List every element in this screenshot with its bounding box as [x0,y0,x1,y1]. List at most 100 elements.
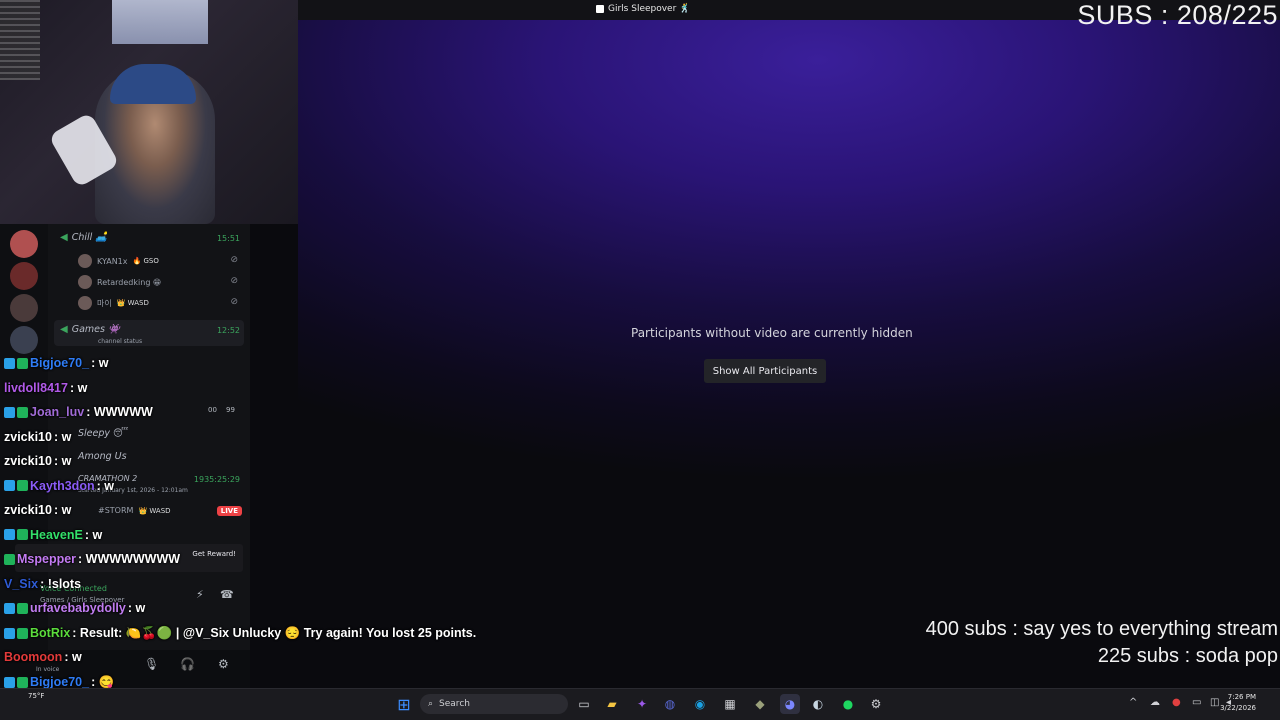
sub-badge-icon [4,357,15,369]
chat-message: zvicki10 : w [4,454,71,468]
stream-chat: Bigjoe70_ : w livdoll8417 : w Joan_luv : W… [0,352,500,720]
avatar [78,275,92,289]
vip-badge-icon [17,602,28,614]
chat-text: : WWWWW [86,405,153,419]
vip-badge-icon [17,529,28,540]
tray-chevron-icon[interactable]: ^ [1129,697,1137,708]
chat-username[interactable]: urfavebabydolly [30,601,126,615]
chat-message: BotRix : Result: 🍋🍒🟢 | @V_Six Unlucky 😔 … [4,626,476,641]
display-icon[interactable]: ▭ [1192,697,1201,708]
vip-badge-icon [17,406,28,418]
onedrive-icon[interactable]: ☁ [1150,697,1160,708]
avatar [78,296,92,310]
chat-username[interactable]: zvicki10 [4,430,52,444]
network-icon[interactable]: ◫ [1210,697,1219,708]
copilot-icon[interactable]: ✦ [632,694,652,714]
server-icon[interactable] [10,262,38,290]
deafened-icon: ⊘ [230,276,238,286]
chat-username[interactable]: Bigjoe70_ [30,356,89,370]
chat-username[interactable]: V_Six [4,577,38,591]
chat-text: : w [69,380,88,395]
vip-badge-icon [17,357,28,369]
show-all-participants-button[interactable]: Show All Participants [704,359,826,383]
chat-message: Kayth3don : w [4,479,114,493]
vip-badge-icon [4,553,15,565]
sub-badge-icon [4,627,15,639]
chat-username[interactable]: Kayth3don [30,479,95,493]
teams-icon[interactable]: ◍ [660,694,680,714]
hidden-participants-message: Participants without video are currently… [631,326,913,340]
app-icon[interactable]: ◆ [750,694,770,714]
server-icon[interactable] [10,230,38,258]
window-title: Girls Sleepover 🕺 [596,4,690,14]
spotify-icon[interactable]: ● [838,694,858,714]
taskbar-clock[interactable]: 7:26 PM 3/22/2026 [1220,692,1256,714]
discord-taskbar-icon[interactable]: ◕ [780,694,800,714]
speaker-icon: ◀ [60,324,68,335]
search-icon: ⌕ [428,699,434,709]
sub-badge-icon [4,529,15,540]
settings-icon[interactable]: ⚙ [866,694,886,714]
server-icon[interactable] [10,326,38,354]
sub-badge-icon [4,406,15,418]
deafened-icon: ⊘ [230,297,238,307]
chat-text: : WWWWWWWW [78,552,181,566]
edge-icon[interactable]: ◉ [690,694,710,714]
deafened-icon: ⊘ [230,255,238,265]
avatar [78,254,92,268]
webcam-blinds [0,0,40,80]
chat-username[interactable]: Boomoon [4,650,62,664]
mic-tray-icon[interactable]: ● [1172,697,1181,708]
chat-username[interactable]: zvicki10 [4,503,52,517]
chat-message: Boomoon : w [4,650,82,664]
chat-text: : w [53,503,72,517]
server-icon[interactable] [10,294,38,322]
sub-badge-icon [4,480,15,491]
store-icon[interactable]: ▦ [720,694,740,714]
chat-text: : w [64,650,82,664]
chat-username[interactable]: BotRix [30,626,70,640]
chat-username[interactable]: Bigjoe70_ [30,675,89,689]
chat-text: : w [84,527,103,542]
goal-line: 400 subs : say yes to everything stream [925,618,1278,640]
chat-username[interactable]: Joan_luv [30,405,84,419]
vip-badge-icon [17,480,28,491]
chat-text: : Result: 🍋🍒🟢 | @V_Six Unlucky 😔 Try aga… [72,625,477,640]
channel-timer: 15:51 [216,234,240,243]
steam-icon[interactable]: ◐ [808,694,828,714]
file-explorer-icon[interactable]: ▰ [602,694,622,714]
chat-text: : !slots [40,576,82,591]
channel-timer: 12:52 [216,326,240,335]
vip-badge-icon [17,627,28,639]
sub-badge-icon [4,676,15,688]
chat-username[interactable]: zvicki10 [4,454,52,468]
voice-user[interactable]: 마이 👑 WASD [78,296,149,310]
chat-message: zvicki10 : w [4,503,71,517]
chat-message: Mspepper : WWWWWWWW [4,552,180,566]
chat-username[interactable]: Mspepper [17,552,76,566]
chat-message: zvicki10 : w [4,430,71,444]
goal-line: 225 subs : soda pop [1097,645,1278,667]
voice-channel-chill[interactable]: ◀ Chill 🛋️ [60,232,107,243]
chat-username[interactable]: livdoll8417 [4,381,68,395]
windows-start-icon[interactable]: ⊞ [394,694,414,714]
task-view-icon[interactable]: ▭ [574,694,594,714]
voice-user[interactable]: Retardedking 😁 [78,275,161,289]
chat-message: HeavenE : w [4,528,102,542]
chat-text: : w [127,601,146,615]
channel-status: channel status [98,338,143,345]
streamer-hat [110,64,196,104]
chat-text: : w [53,429,72,444]
vip-badge-icon [17,676,28,688]
weather-widget[interactable]: 75°F [28,692,44,700]
webcam-background-screen [112,0,208,44]
chat-username[interactable]: HeavenE [30,528,83,542]
voice-user[interactable]: KYAN1x 🔥 GSO [78,254,159,268]
chat-text: : w [96,478,114,493]
speaker-icon: ◀ [60,232,68,243]
voice-channel-games[interactable]: ◀ Games 👾 [60,324,120,335]
subs-counter: SUBS : 208/225 [1077,0,1278,30]
chat-message: urfavebabydolly : w [4,601,145,615]
taskbar-search[interactable]: ⌕ Search [420,694,568,714]
sub-badge-icon [4,602,15,614]
